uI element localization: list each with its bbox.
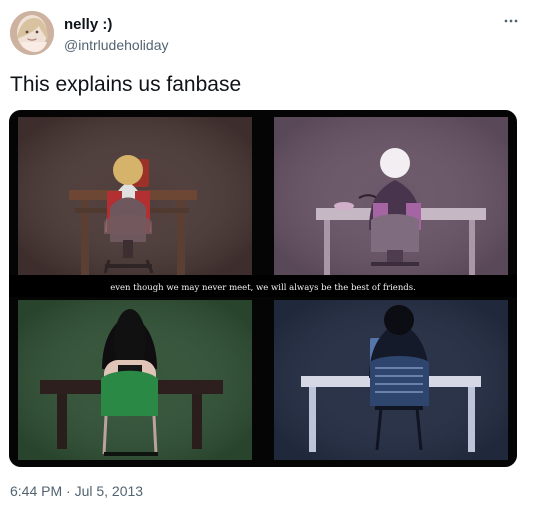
panel-top-left [18,117,252,275]
more-options-icon [504,19,518,23]
four-panel-illustration: even though we may never meet, we will a… [9,110,517,467]
tweet-card: nelly :) @intrludeholiday This explains … [0,0,533,507]
avatar[interactable] [10,11,54,55]
display-name[interactable]: nelly :) [64,15,112,34]
media-image[interactable]: even though we may never meet, we will a… [9,110,517,467]
tweet-text: This explains us fanbase [10,73,242,96]
user-handle[interactable]: @intrludeholiday [64,36,169,54]
panel-bottom-left [18,300,252,460]
more-options-button[interactable] [501,11,521,31]
panel-bottom-right [274,300,508,460]
timestamp[interactable]: 6:44 PM · Jul 5, 2013 [10,482,143,500]
panel-top-right [274,117,508,275]
avatar-icon [10,11,54,55]
illustration-caption: even though we may never meet, we will a… [110,283,416,293]
